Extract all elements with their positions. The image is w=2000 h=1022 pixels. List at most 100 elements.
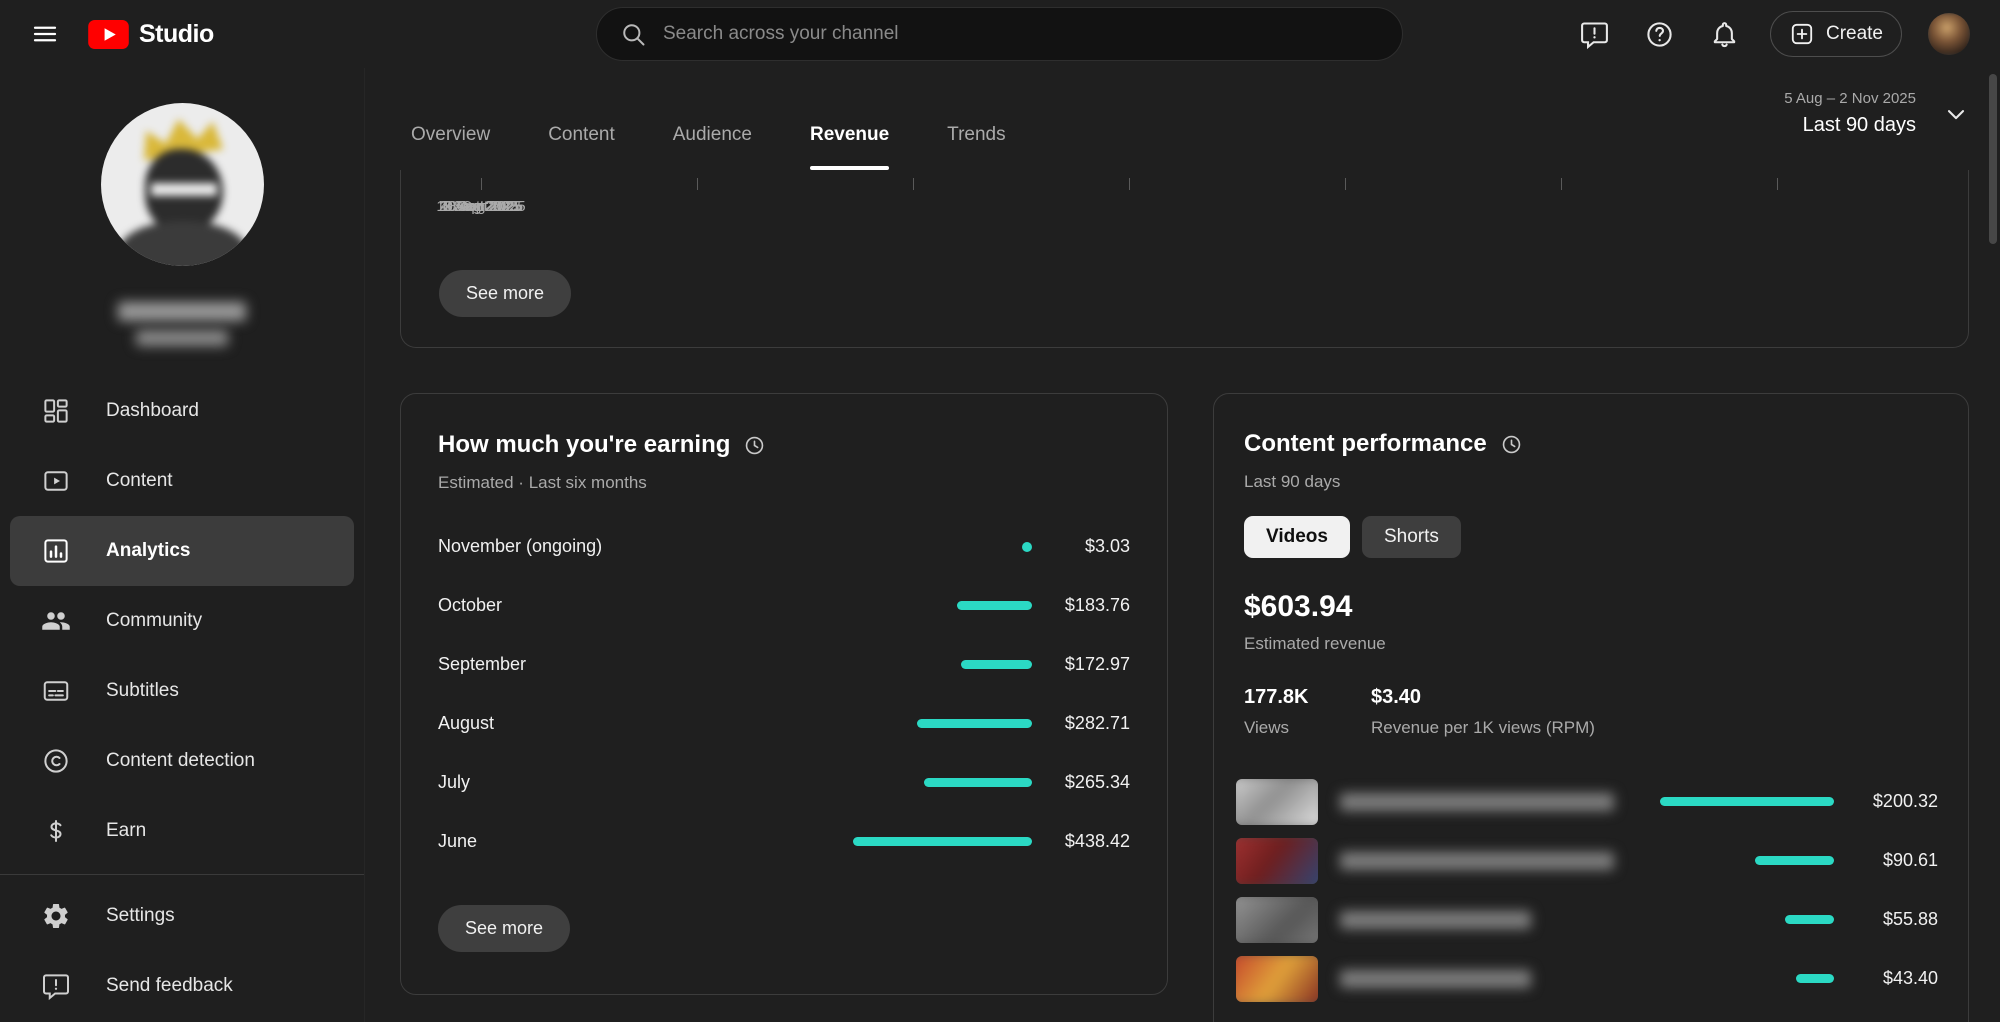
create-button[interactable]: Create	[1770, 11, 1902, 57]
video-revenue-bar	[1785, 915, 1834, 924]
video-title-redacted	[1340, 793, 1614, 811]
tab-overview[interactable]: Overview	[411, 124, 490, 170]
earnings-rows: November (ongoing) $3.03 October $183.76…	[438, 517, 1130, 871]
tab-trends[interactable]: Trends	[947, 124, 1005, 170]
earning-bar	[1022, 542, 1032, 552]
estimated-revenue-label: Estimated revenue	[1244, 634, 1938, 654]
earnings-card-title: How much you're earning	[438, 431, 730, 459]
tab-audience[interactable]: Audience	[673, 124, 752, 170]
video-revenue-bar	[1796, 974, 1834, 983]
see-more-button[interactable]: See more	[438, 905, 570, 952]
earnings-row: August $282.71	[438, 694, 1130, 753]
search-input[interactable]	[663, 23, 1380, 45]
subtitles-icon	[41, 676, 71, 706]
performance-card-title: Content performance	[1244, 430, 1487, 458]
video-title-redacted	[1340, 852, 1614, 870]
search-icon	[619, 20, 647, 48]
video-thumbnail	[1236, 838, 1318, 884]
help-icon[interactable]	[1640, 15, 1679, 54]
video-row[interactable]: $200.32	[1236, 772, 1938, 831]
notifications-bell-icon[interactable]	[1705, 15, 1744, 54]
youtube-studio-logo[interactable]: Studio	[88, 20, 214, 49]
sidebar-item-label: Community	[106, 610, 202, 632]
earning-value: $438.42	[1048, 831, 1130, 852]
content-performance-card: Content performance Last 90 days Videos …	[1213, 393, 1969, 1022]
tab-content[interactable]: Content	[548, 124, 615, 170]
earnings-row: September $172.97	[438, 635, 1130, 694]
earning-value: $282.71	[1048, 713, 1130, 734]
video-thumbnail-image	[1236, 897, 1318, 943]
sidebar-item-settings[interactable]: Settings	[10, 881, 354, 951]
video-revenue-value: $55.88	[1850, 909, 1938, 930]
sidebar-item-label: Dashboard	[106, 400, 199, 422]
menu-icon[interactable]	[30, 19, 60, 49]
axis-tick	[1345, 178, 1346, 190]
earning-value: $172.97	[1048, 654, 1130, 675]
earning-value: $3.03	[1048, 536, 1130, 557]
videos-toggle[interactable]: Videos	[1244, 516, 1350, 558]
video-row[interactable]: $55.88	[1236, 890, 1938, 949]
sidebar-item-community[interactable]: Community	[10, 586, 354, 656]
earnings-card: How much you're earning Estimated · Last…	[400, 393, 1168, 995]
analytics-scroll-region[interactable]: 5 Aug 2025 20 Aug 2025 4 Sept 2025 19 Se…	[365, 170, 2000, 1022]
axis-tick	[697, 178, 698, 190]
earning-value: $183.76	[1048, 595, 1130, 616]
see-more-button[interactable]: See more	[439, 270, 571, 317]
video-revenue-bar	[1660, 797, 1834, 806]
views-value: 177.8K	[1244, 686, 1371, 709]
earning-month-label: June	[438, 831, 853, 852]
earnings-row: June $438.42	[438, 812, 1130, 871]
earning-month-label: October	[438, 595, 853, 616]
earning-bar	[917, 719, 1032, 728]
axis-tick	[481, 178, 482, 190]
channel-name-redacted	[118, 302, 246, 321]
video-row[interactable]: $43.40	[1236, 949, 1938, 1008]
sidebar-item-subtitles[interactable]: Subtitles	[10, 656, 354, 726]
sidebar-item-label: Earn	[106, 820, 146, 842]
channel-handle-redacted	[136, 330, 228, 346]
earnings-row: October $183.76	[438, 576, 1130, 635]
sidebar-item-content[interactable]: Content	[10, 446, 354, 516]
earnings-row: November (ongoing) $3.03	[438, 517, 1130, 576]
axis-tick	[1561, 178, 1562, 190]
earning-bar	[957, 601, 1032, 610]
dashboard-icon	[41, 396, 71, 426]
sidebar-item-dashboard[interactable]: Dashboard	[10, 376, 354, 446]
estimated-revenue-value: $603.94	[1244, 590, 1938, 624]
vertical-scrollbar[interactable]	[1989, 74, 1997, 244]
sidebar-item-analytics[interactable]: Analytics	[10, 516, 354, 586]
video-revenue-value: $90.61	[1850, 850, 1938, 871]
sidebar-item-earn[interactable]: Earn	[10, 796, 354, 866]
search-bar[interactable]	[596, 7, 1403, 61]
earning-month-label: November (ongoing)	[438, 536, 853, 557]
video-revenue-value: $43.40	[1850, 968, 1938, 989]
topbar: Studio Create	[0, 0, 2000, 68]
video-row[interactable]: $90.61	[1236, 831, 1938, 890]
earning-month-label: September	[438, 654, 853, 675]
sidebar-item-send-feedback[interactable]: Send feedback	[10, 951, 354, 1021]
date-range-text: 5 Aug – 2 Nov 2025	[1784, 90, 1916, 107]
sidebar-item-label: Settings	[106, 905, 175, 927]
axis-label: 2 Nov 2025	[443, 198, 520, 215]
clock-icon[interactable]	[743, 434, 766, 457]
tab-revenue[interactable]: Revenue	[810, 124, 889, 170]
chevron-down-icon	[1942, 100, 1970, 128]
earning-bar	[961, 660, 1032, 669]
video-thumbnail-image	[1236, 956, 1318, 1002]
channel-avatar[interactable]	[101, 103, 264, 266]
account-avatar[interactable]	[1928, 13, 1970, 55]
sidebar-item-content-detection[interactable]: Content detection	[10, 726, 354, 796]
video-title-redacted	[1340, 911, 1531, 929]
sidebar-item-label: Content	[106, 470, 173, 492]
axis-tick	[913, 178, 914, 190]
sidebar-item-label: Subtitles	[106, 680, 179, 702]
clock-icon[interactable]	[1500, 433, 1523, 456]
earning-bar	[853, 837, 1032, 846]
channel-avatar-image	[101, 103, 264, 266]
shorts-toggle[interactable]: Shorts	[1362, 516, 1461, 558]
feedback-icon[interactable]	[1575, 15, 1614, 54]
create-label: Create	[1826, 23, 1883, 45]
logo-text: Studio	[139, 20, 214, 49]
video-thumbnail-image	[1236, 838, 1318, 884]
date-range-picker[interactable]: 5 Aug – 2 Nov 2025 Last 90 days	[1784, 90, 1970, 137]
